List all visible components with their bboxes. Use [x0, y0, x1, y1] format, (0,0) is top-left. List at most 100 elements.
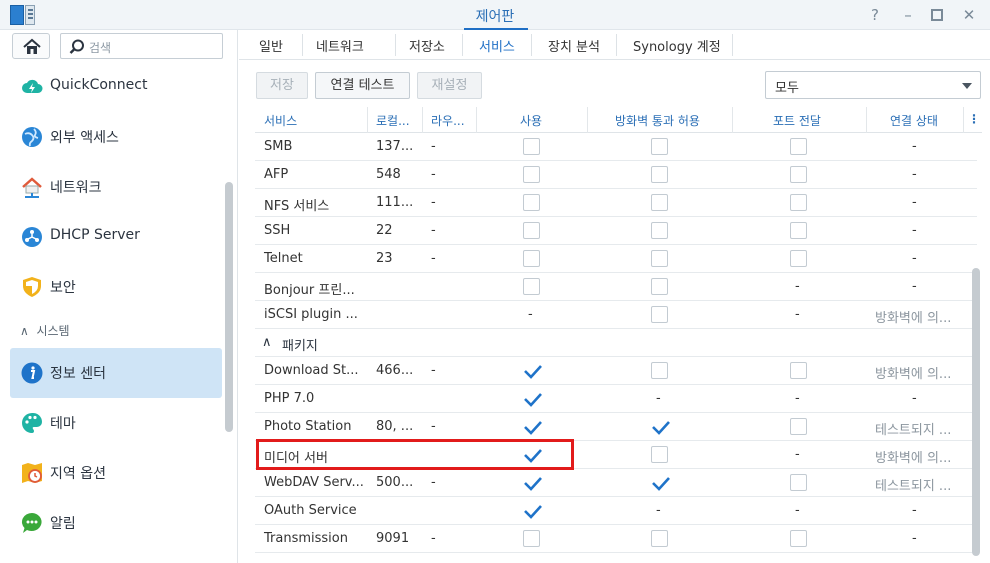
port-forwarding-checkbox[interactable] [790, 166, 807, 183]
firewall-checkbox[interactable] [651, 474, 670, 491]
table-row[interactable]: Photo Station 80, ... - 테스트되지 ... [255, 413, 977, 441]
table-row[interactable]: Telnet 23 - - [255, 245, 977, 273]
firewall-checkbox[interactable] [651, 306, 668, 323]
tab-device-analytics[interactable]: 장치 분석 [548, 36, 600, 55]
cell-service: OAuth Service [264, 503, 357, 518]
enabled-checkbox[interactable] [523, 222, 540, 239]
save-button[interactable]: 저장 [256, 72, 308, 99]
sidebar: 검색 QuickConnect 외부 액세스 네트워크 DHCP Server … [0, 30, 238, 563]
search-input[interactable]: 검색 [60, 33, 223, 59]
cell-local-port: 137... [376, 139, 414, 154]
column-menu-icon[interactable]: ⋮ [968, 112, 980, 126]
cell-router-port: - [431, 167, 436, 182]
firewall-checkbox[interactable] [651, 278, 668, 295]
port-forwarding-checkbox[interactable] [790, 530, 807, 547]
sidebar-item-security[interactable]: 보안 [10, 262, 222, 312]
title-bar: 제어판 ? – ✕ [0, 0, 990, 30]
filter-select[interactable]: 모두 [765, 71, 981, 99]
port-forwarding-checkbox[interactable] [790, 362, 807, 379]
table-row[interactable]: Download St... 466... - 방화벽에 의... [255, 357, 977, 385]
home-button[interactable] [12, 33, 50, 59]
table-row[interactable]: iSCSI plugin ... - - 방화벽에 의... [255, 301, 977, 329]
table-header: 서비스 로컬... 라우... 사용 방화벽 통과 허용 포트 전달 연결 상태… [255, 107, 982, 133]
security-shield-icon [23, 277, 41, 297]
col-header-enabled[interactable]: 사용 [520, 112, 542, 129]
port-forwarding-checkbox[interactable] [790, 250, 807, 267]
enabled-checkbox[interactable] [523, 166, 540, 183]
table-row[interactable]: OAuth Service - - - [255, 497, 977, 525]
table-row[interactable]: WebDAV Serv... 500... - 테스트되지 ... [255, 469, 977, 497]
sidebar-item-notification[interactable]: 알림 [10, 498, 222, 548]
table-row[interactable]: PHP 7.0 - - - [255, 385, 977, 413]
sidebar-item-regional-options[interactable]: 지역 옵션 [10, 448, 222, 498]
table-row[interactable]: Transmission 9091 - - [255, 525, 977, 553]
table-row[interactable]: SMB 137... - - [255, 133, 977, 161]
table-row[interactable]: SSH 22 - - [255, 217, 977, 245]
sidebar-item-info-center[interactable]: 정보 센터 [10, 348, 222, 398]
cell-router-port: - [431, 531, 436, 546]
dhcp-icon [22, 227, 42, 247]
col-header-connection-status[interactable]: 연결 상태 [890, 112, 938, 129]
port-forwarding-checkbox[interactable] [790, 418, 807, 435]
enabled-checkbox[interactable] [523, 530, 540, 547]
enabled-checkbox[interactable] [523, 390, 542, 407]
sidebar-item-dhcp-server[interactable]: DHCP Server [10, 212, 222, 262]
table-row[interactable]: AFP 548 - - [255, 161, 977, 189]
sidebar-group-system[interactable]: ∧ 시스템 [20, 322, 70, 339]
firewall-checkbox[interactable] [651, 138, 668, 155]
reset-button[interactable]: 재설정 [417, 72, 482, 99]
cell-local-port: 548 [376, 167, 401, 182]
tab-general[interactable]: 일반 [259, 36, 283, 55]
table-row[interactable]: NFS 서비스 111... - - [255, 189, 977, 217]
tab-synology-account[interactable]: Synology 계정 [633, 36, 721, 55]
enabled-checkbox[interactable] [523, 502, 542, 519]
cell-local-port: 500... [376, 475, 414, 490]
sidebar-item-external-access[interactable]: 외부 액세스 [10, 112, 222, 162]
col-header-firewall[interactable]: 방화벽 통과 허용 [615, 112, 700, 129]
firewall-checkbox[interactable] [651, 166, 668, 183]
cell-local-port: 22 [376, 223, 393, 238]
firewall-checkbox[interactable] [651, 222, 668, 239]
tab-network[interactable]: 네트워크 [316, 36, 364, 55]
sidebar-scrollbar[interactable] [225, 182, 233, 432]
maximize-icon[interactable] [926, 4, 948, 26]
enabled-checkbox[interactable] [523, 250, 540, 267]
sidebar-item-network[interactable]: 네트워크 [10, 162, 222, 212]
cell-connection-status: 테스트되지 ... [875, 423, 952, 438]
col-header-router-port[interactable]: 라우... [431, 112, 465, 129]
port-forwarding-checkbox[interactable] [790, 222, 807, 239]
sidebar-item-theme[interactable]: 테마 [10, 398, 222, 448]
firewall-checkbox[interactable] [651, 362, 668, 379]
enabled-checkbox[interactable] [523, 278, 540, 295]
enabled-checkbox[interactable] [523, 362, 542, 379]
enabled-checkbox[interactable] [523, 194, 540, 211]
firewall-checkbox[interactable] [651, 250, 668, 267]
port-forwarding-checkbox[interactable] [790, 138, 807, 155]
enabled-checkbox[interactable] [523, 138, 540, 155]
firewall-checkbox[interactable] [651, 446, 668, 463]
minimize-icon[interactable]: – [897, 4, 919, 26]
tab-storage[interactable]: 저장소 [409, 36, 445, 55]
cell-connection-status: - [912, 251, 917, 266]
enabled-checkbox[interactable] [523, 418, 542, 435]
help-icon[interactable]: ? [864, 4, 886, 26]
col-header-port-forwarding[interactable]: 포트 전달 [773, 112, 821, 129]
col-header-local-port[interactable]: 로컬... [376, 112, 410, 129]
firewall-checkbox[interactable] [651, 530, 668, 547]
notification-icon [21, 512, 42, 533]
tab-services[interactable]: 서비스 [479, 36, 515, 55]
table-row[interactable]: Bonjour 프린... - - [255, 273, 977, 301]
sidebar-item-quickconnect[interactable]: QuickConnect [10, 62, 222, 112]
connection-test-button[interactable]: 연결 테스트 [315, 72, 410, 99]
cell-service: AFP [264, 167, 289, 182]
port-forwarding-checkbox[interactable] [790, 194, 807, 211]
table-scrollbar[interactable] [972, 268, 980, 556]
enabled-checkbox[interactable] [523, 474, 542, 491]
close-icon[interactable]: ✕ [958, 4, 980, 26]
col-header-service[interactable]: 서비스 [264, 112, 297, 129]
firewall-checkbox[interactable] [651, 418, 670, 435]
search-icon [69, 39, 84, 54]
group-row-packages[interactable]: ∧ 패키지 [255, 329, 977, 357]
port-forwarding-checkbox[interactable] [790, 474, 807, 491]
firewall-checkbox[interactable] [651, 194, 668, 211]
